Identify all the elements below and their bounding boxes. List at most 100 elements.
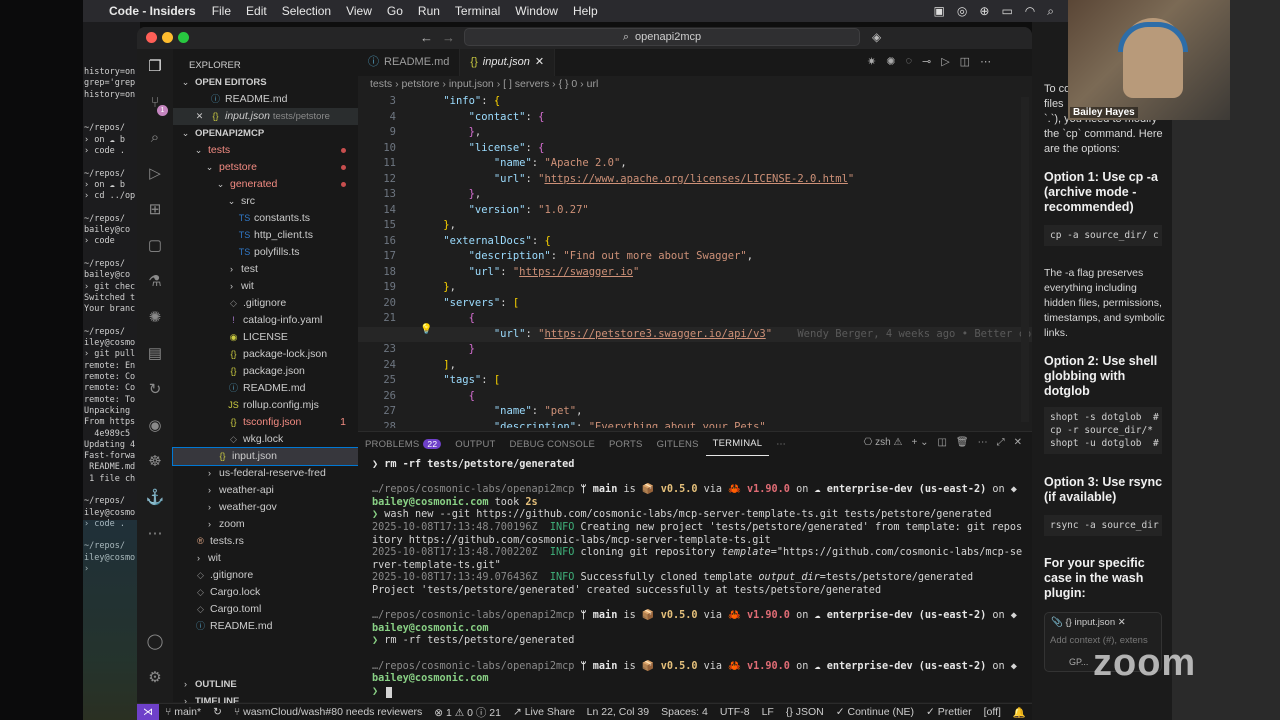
terminal-output[interactable]: ❯ rm -rf tests/petstore/generated …/repos… — [372, 459, 1022, 699]
tree-item[interactable]: {} input.json — [172, 447, 359, 466]
tree-item[interactable]: ◉ LICENSE — [173, 329, 358, 346]
menu-item[interactable]: View — [346, 4, 372, 18]
option2-code[interactable]: shopt -s dotglob # cp -r source_dir/* sh… — [1044, 407, 1162, 454]
command-center-search[interactable]: ⌕ openapi2mcp — [464, 28, 860, 46]
breadcrumb-item[interactable]: input.json — [449, 78, 494, 90]
pin-icon[interactable]: ⊕ — [979, 4, 989, 19]
outline-header[interactable]: › OUTLINE — [173, 676, 358, 693]
tree-item[interactable]: › zoom — [173, 516, 358, 533]
testing-icon[interactable]: ⚗ — [145, 272, 165, 292]
menu-item[interactable]: Run — [418, 4, 440, 18]
search-icon[interactable]: ⌕ — [145, 128, 165, 148]
timeline-icon[interactable]: ◌ — [905, 55, 912, 68]
tree-item[interactable]: ⌄ tests — [173, 142, 358, 159]
option1-code[interactable]: cp -a source_dir/ c — [1044, 225, 1162, 246]
tree-item[interactable]: TS http_client.ts — [173, 227, 358, 244]
tree-item[interactable]: ◇ Cargo.toml — [173, 601, 358, 618]
breadcrumb-item[interactable]: petstore — [402, 78, 440, 90]
workspace-root-header[interactable]: ⌄ OPENAPI2MCP — [173, 125, 358, 142]
tree-item[interactable]: ◇ Cargo.lock — [173, 584, 358, 601]
menu-item[interactable]: File — [212, 4, 231, 18]
tree-item[interactable]: {} package-lock.json — [173, 346, 358, 363]
panel-tab[interactable]: DEBUG CONSOLE — [503, 439, 602, 450]
editor-tab[interactable]: {} input.json ✕ — [460, 49, 556, 76]
terminal-shell-label[interactable]: ⎔ zsh ⚠ — [864, 437, 903, 448]
gitlens-compare-icon[interactable]: ✷ — [867, 55, 876, 68]
openai-icon[interactable]: ✺ — [145, 308, 165, 328]
panel-tab[interactable]: GITLENS — [650, 439, 706, 450]
tree-item[interactable]: ® tests.rs — [173, 533, 358, 550]
screen-share-icon[interactable]: ▣ — [934, 4, 945, 19]
search-icon[interactable]: ⌕ — [1047, 4, 1054, 19]
off-status[interactable]: [off] — [984, 706, 1001, 718]
close-panel-icon[interactable]: ✕ — [1014, 437, 1022, 448]
run-icon[interactable]: ▷ — [941, 55, 949, 68]
tree-item[interactable]: › weather-api — [173, 482, 358, 499]
notifications-bell-icon[interactable]: 🔔 — [1013, 706, 1026, 719]
open-editor-input-json[interactable]: ✕{} input.json tests/petstore — [173, 108, 358, 125]
breadcrumb-item[interactable]: tests — [370, 78, 392, 90]
git-commit-icon[interactable]: ⊸ — [922, 55, 931, 68]
wifi-icon[interactable]: ◠ — [1025, 4, 1035, 19]
end-of-line[interactable]: LF — [762, 706, 774, 718]
panel-tab[interactable]: PROBLEMS 22 — [358, 438, 448, 450]
open-editors-header[interactable]: ⌄ OPEN EDITORS — [173, 74, 358, 91]
kubernetes-icon[interactable]: ☸ — [145, 452, 165, 472]
battery-icon[interactable]: ▭ — [1001, 4, 1012, 19]
menu-item[interactable]: Help — [573, 4, 598, 18]
copilot-chat-icon[interactable]: ◈ — [872, 30, 881, 44]
code-editor[interactable]: 3 "info": {4 "contact": {9 }, 10 "license… — [358, 93, 1032, 428]
tree-item[interactable]: › weather-gov — [173, 499, 358, 516]
minimize-window-button[interactable] — [162, 32, 173, 43]
menu-item[interactable]: Go — [387, 4, 403, 18]
settings-gear-icon[interactable]: ⚙ — [145, 668, 165, 688]
option3-code[interactable]: rsync -a source_dir — [1044, 515, 1162, 536]
tree-item[interactable]: JS rollup.config.mjs — [173, 397, 358, 414]
menu-item[interactable]: Edit — [246, 4, 267, 18]
panel-more-icon[interactable]: ⋯ — [769, 439, 793, 450]
run-debug-icon[interactable]: ▷ — [145, 164, 165, 184]
tree-item[interactable]: TS polyfills.ts — [173, 244, 358, 261]
close-icon[interactable]: ✕ — [193, 108, 206, 125]
branch-indicator[interactable]: ⑂ main* — [165, 706, 201, 718]
cursor-position[interactable]: Ln 22, Col 39 — [587, 706, 649, 718]
context-chip[interactable]: 📎 {} input.json ✕ — [1051, 617, 1126, 628]
split-editor-icon[interactable]: ◫ — [960, 55, 970, 68]
tree-item[interactable]: ◇ .gitignore — [173, 567, 358, 584]
breadcrumb-item[interactable]: { } 0 — [559, 78, 578, 90]
tree-item[interactable]: ⌄ src — [173, 193, 358, 210]
remote-explorer-icon[interactable]: ▢ — [145, 236, 165, 256]
panel-tab[interactable]: OUTPUT — [448, 439, 502, 450]
menubar-app-name[interactable]: Code - Insiders — [109, 4, 196, 18]
tree-item[interactable]: ⓘ README.md — [173, 618, 358, 635]
tree-item[interactable]: TS constants.ts — [173, 210, 358, 227]
tree-item[interactable]: ! catalog-info.yaml — [173, 312, 358, 329]
forward-arrow-icon[interactable]: → — [442, 30, 455, 45]
menu-item[interactable]: Window — [515, 4, 558, 18]
maximize-window-button[interactable] — [178, 32, 189, 43]
continue-status[interactable]: ✓ Continue (NE) — [836, 706, 914, 718]
tree-item[interactable]: ⓘ README.md — [173, 380, 358, 397]
tree-item[interactable]: ◇ .gitignore — [173, 295, 358, 312]
tree-item[interactable]: ⌄ petstore — [173, 159, 358, 176]
new-terminal-icon[interactable]: + ⌄ — [911, 437, 928, 448]
gitlens-icon[interactable]: ↻ — [145, 380, 165, 400]
copilot-icon[interactable]: ◉ — [145, 416, 165, 436]
language-mode[interactable]: {} JSON — [786, 706, 824, 718]
breadcrumb-item[interactable]: [ ] servers — [503, 78, 549, 90]
account-icon[interactable]: ◯ — [145, 632, 165, 652]
tree-item[interactable]: {} package.json — [173, 363, 358, 380]
breadcrumb-item[interactable]: url — [587, 78, 599, 90]
problems-indicator[interactable]: ⊗ 1 ⚠ 0 ⓘ 21 — [434, 705, 501, 720]
tree-item[interactable]: › test — [173, 261, 358, 278]
tree-item[interactable]: ⌄ generated — [173, 176, 358, 193]
openai-icon[interactable]: ✺ — [886, 55, 895, 68]
kill-terminal-icon[interactable]: 🗑 — [956, 437, 969, 448]
panel-tab[interactable]: TERMINAL — [705, 432, 770, 456]
model-picker[interactable]: GP... — [1069, 657, 1088, 667]
remote-indicator[interactable]: ⋊ — [137, 703, 159, 720]
pr-status[interactable]: ⑂ wasmCloud/wash#80 needs reviewers — [234, 706, 422, 718]
copilot-icon[interactable]: ◎ — [957, 4, 967, 19]
menu-item[interactable]: Selection — [282, 4, 331, 18]
tree-item[interactable]: {} tsconfig.json 1 — [173, 414, 358, 431]
